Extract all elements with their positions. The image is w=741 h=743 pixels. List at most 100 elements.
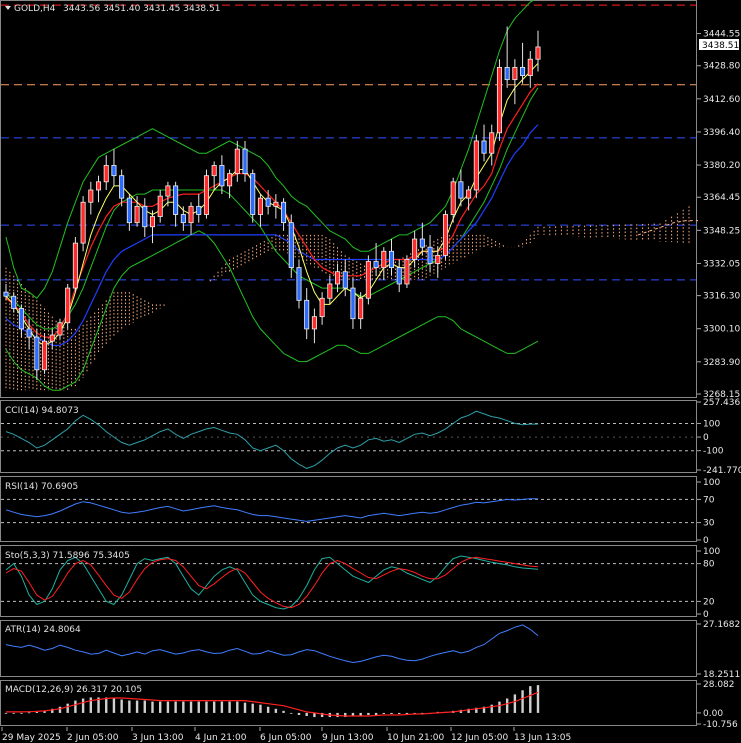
kijun-line <box>5 124 539 346</box>
candle-body <box>450 181 456 215</box>
candle-body <box>72 242 78 289</box>
cci-line-path <box>5 410 538 469</box>
candle <box>250 169 256 223</box>
macd-bar <box>120 699 123 713</box>
macd-bar <box>58 706 62 713</box>
candle-body <box>342 271 348 289</box>
candle-body <box>412 238 418 260</box>
dropdown-triangle-icon[interactable] <box>5 6 11 10</box>
candle <box>149 210 156 244</box>
candle <box>96 175 102 203</box>
candle-body <box>388 250 395 269</box>
macd-bar <box>251 703 254 713</box>
macd-bar <box>12 712 15 714</box>
candle-body <box>311 316 317 330</box>
candle <box>281 198 287 231</box>
candle-body <box>126 197 132 224</box>
candle <box>142 198 148 237</box>
candle-body <box>435 254 441 264</box>
rsi-line-path <box>5 498 538 522</box>
cci-tick-label: -100 <box>703 447 724 457</box>
candle-body <box>242 148 248 175</box>
macd-bar <box>220 701 224 713</box>
candle <box>157 189 163 223</box>
moving-average-line <box>5 62 539 346</box>
rsi-pane[interactable]: 100 70 30 0 RSI(14) 70.6905 <box>0 476 721 547</box>
candle <box>496 59 502 141</box>
candle <box>481 124 487 162</box>
macd-bar <box>367 712 370 715</box>
candle <box>342 259 348 297</box>
stoch-tick-label: 0 <box>703 610 709 620</box>
candle-body <box>466 189 472 199</box>
time-tick-label: 4 Jun 21:00 <box>195 733 247 743</box>
candle-body <box>350 287 356 320</box>
candle-body <box>196 205 202 215</box>
candle <box>18 304 24 338</box>
candle <box>11 292 17 313</box>
candle <box>180 206 186 231</box>
candle-body <box>88 189 94 203</box>
stoch-tick-label: 80 <box>703 560 715 570</box>
tenkan-line <box>5 83 539 338</box>
candle <box>203 169 209 219</box>
atr-tick-label: 18.2511 <box>703 670 740 680</box>
candle-body <box>157 195 163 217</box>
cci-tick-label: 257.4365 <box>703 398 741 408</box>
candle-body <box>381 250 387 269</box>
candle-body <box>180 214 186 224</box>
macd-bar <box>274 708 278 713</box>
candle-body <box>489 132 495 154</box>
main-tick-label: 3316.30 <box>703 292 740 302</box>
candle <box>396 259 402 293</box>
macd-signal-path <box>6 691 539 717</box>
candle-body <box>304 299 310 330</box>
candle <box>42 333 48 374</box>
macd-bar <box>228 701 231 713</box>
candle-body <box>234 148 240 175</box>
macd-pane[interactable]: 28.082 0.00-10.756 MACD(12,26,9) 26.317 2… <box>0 680 739 730</box>
macd-bar <box>20 712 23 714</box>
rsi-tick-label: 30 <box>703 519 715 529</box>
macd-bar <box>282 710 285 713</box>
candle <box>311 308 317 344</box>
candle <box>242 140 248 182</box>
candle <box>288 214 294 278</box>
symbol-header: GOLD,H4 3443.56 3451.40 3431.45 3438.51 <box>5 4 220 14</box>
macd-bar <box>159 701 162 713</box>
macd-bar <box>374 712 378 715</box>
atr-pane[interactable]: 27.1682 18.2511 ATR(14) 24.8064 <box>0 620 741 680</box>
rsi-pane-frame <box>0 476 697 542</box>
macd-bar <box>151 701 154 713</box>
macd-tick-label: -10.756 <box>703 720 738 730</box>
main-tick-label: 3364.45 <box>703 193 740 203</box>
candle <box>65 283 71 329</box>
candle-body <box>250 173 256 215</box>
main-tick-label: 3396.40 <box>703 128 740 138</box>
candle <box>111 149 117 186</box>
macd-bar <box>536 685 540 713</box>
candle-body <box>288 222 294 269</box>
candle-body <box>65 287 71 324</box>
candle <box>412 230 418 268</box>
cci-pane[interactable]: 257.4365 100 0 -100 -241.7709 CCI(14) 94.807… <box>0 398 741 476</box>
macd-bar <box>259 704 262 713</box>
main-y-axis: 3444.55 3428.80 3412.60 3396.40 3380.20 3364.… <box>697 30 740 400</box>
candle <box>219 155 225 195</box>
candle-body <box>219 165 225 187</box>
cci-pane-frame <box>0 400 697 473</box>
candle-body <box>26 328 32 338</box>
cci-tick-label: 100 <box>703 419 720 429</box>
macd-title: MACD(12,26,9) 26.317 20.105 <box>5 685 142 695</box>
macd-bar <box>189 701 193 713</box>
stoch-pane[interactable]: 100 80 20 0 Sto(5,3,3) 71.5896 75.3405 <box>0 545 721 621</box>
candle <box>381 247 387 280</box>
candle-body <box>496 66 502 134</box>
time-axis[interactable]: 29 May 2025 2 Jun 05:00 3 Jun 13:00 4 Jun 2… <box>1 727 571 743</box>
macd-bar <box>135 700 139 713</box>
main-pane[interactable]: 3444.55 3428.80 3412.60 3396.40 3380.20 3364.… <box>0 0 741 400</box>
stoch-levels <box>1 563 696 602</box>
cci-title: CCI(14) 94.8073 <box>5 406 79 416</box>
macd-bar <box>236 701 239 713</box>
candle-body <box>3 291 9 297</box>
